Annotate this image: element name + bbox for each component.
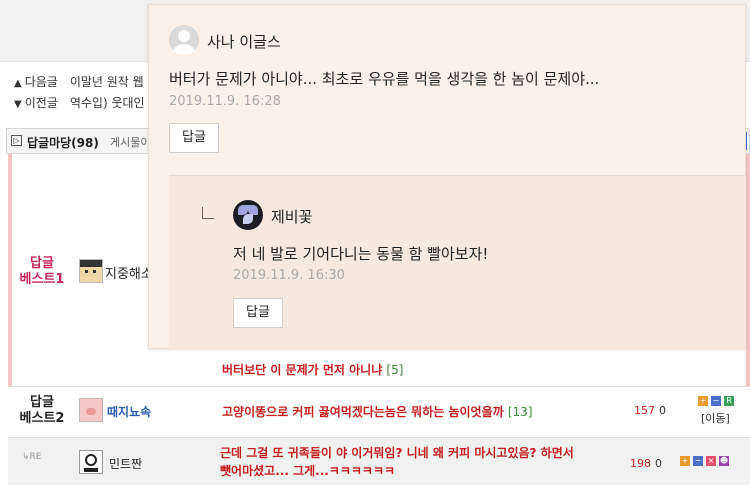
pig-avatar-icon [79, 398, 103, 422]
nested-comment-date: 2019.11.9. 16:30 [233, 268, 345, 283]
re-recommend-count: 198 [630, 457, 651, 470]
skull-avatar-icon [79, 450, 103, 474]
user-silhouette-icon [169, 25, 199, 55]
violet-flower-icon [233, 200, 263, 230]
re-plus-icon[interactable]: + [680, 456, 690, 466]
nested-author[interactable]: 제비꽃 [271, 206, 312, 227]
best1-label: 답글 베스트1 [19, 256, 65, 287]
move-button[interactable]: [이동] [701, 410, 730, 426]
popup-reply-button[interactable]: 답글 [169, 123, 219, 153]
popup-nested-reply: 제비꽃 저 네 발로 기어다니는 동물 함 빨아보자! 2019.11.9. 1… [169, 176, 746, 350]
prev-post-label: 이전글 [24, 96, 58, 110]
best2-nickname[interactable]: 때지뇨속 [107, 403, 151, 420]
popup-comment-date: 2019.11.9. 16:28 [169, 94, 281, 109]
next-post-nav[interactable]: ▲ 다음글 이말년 원작 웹 [14, 73, 144, 90]
re-oppose-count: 0 [655, 457, 662, 470]
comment-popup: 사나 이글스 버터가 문제가 아니야... 최초로 우유를 먹을 생각을 한 놈… [148, 4, 746, 350]
best1-nickname[interactable]: 지중해소 [105, 263, 153, 282]
minus-icon[interactable]: − [711, 396, 721, 406]
prev-post-title[interactable]: 역수입) 웃대인 [70, 96, 145, 110]
expand-box-icon[interactable]: ▷ [11, 135, 22, 146]
reply-section-title: 답글마당(98) [27, 136, 99, 150]
next-post-label: 다음글 [24, 75, 58, 89]
re-character-icon[interactable]: ☻ [719, 456, 729, 466]
prev-post-nav[interactable]: ▼ 이전글 역수입) 웃대인 [14, 94, 145, 111]
popup-author[interactable]: 사나 이글스 [207, 31, 281, 52]
nested-reply-button[interactable]: 답글 [233, 298, 283, 328]
pixel-avatar-icon [79, 259, 103, 283]
plus-icon[interactable]: + [698, 396, 708, 406]
re-stats: 198 0 [630, 457, 662, 470]
nested-comment-text: 저 네 발로 기어다니는 동물 함 빨아보자! [233, 245, 489, 263]
re-comment[interactable]: 근데 그걸 또 귀족들이 야 이거뭐임? 니네 왜 커피 마시고있음? 하면서 … [220, 444, 574, 480]
oppose-count: 0 [659, 404, 666, 417]
re-nickname[interactable]: 민트짠 [109, 455, 142, 472]
best2-label: 답글 베스트2 [19, 395, 65, 426]
up-triangle-icon: ▲ [14, 78, 22, 89]
re-delete-icon[interactable]: × [706, 456, 716, 466]
next-post-title[interactable]: 이말년 원작 웹 [70, 75, 144, 89]
best2-comment[interactable]: 고양이똥으로 커피 끓여먹겠다는놈은 뭐하는 놈이엇을까 [13] [222, 403, 533, 420]
row-divider [8, 386, 750, 387]
report-icon[interactable]: R [724, 396, 734, 406]
reply-hook-icon [202, 207, 214, 219]
down-triangle-icon: ▼ [14, 99, 22, 110]
recommend-count: 157 [634, 404, 655, 417]
popup-comment-text: 버터가 문제가 아니야... 최초로 우유를 먹을 생각을 한 놈이 문제야..… [169, 70, 600, 88]
best1-comment[interactable]: 버터보단 이 문제가 먼저 아니냐 [5] [222, 361, 403, 378]
re-indicator: ↳RE [22, 452, 42, 462]
best2-stats: 157 0 [634, 404, 666, 417]
re-minus-icon[interactable]: − [693, 456, 703, 466]
